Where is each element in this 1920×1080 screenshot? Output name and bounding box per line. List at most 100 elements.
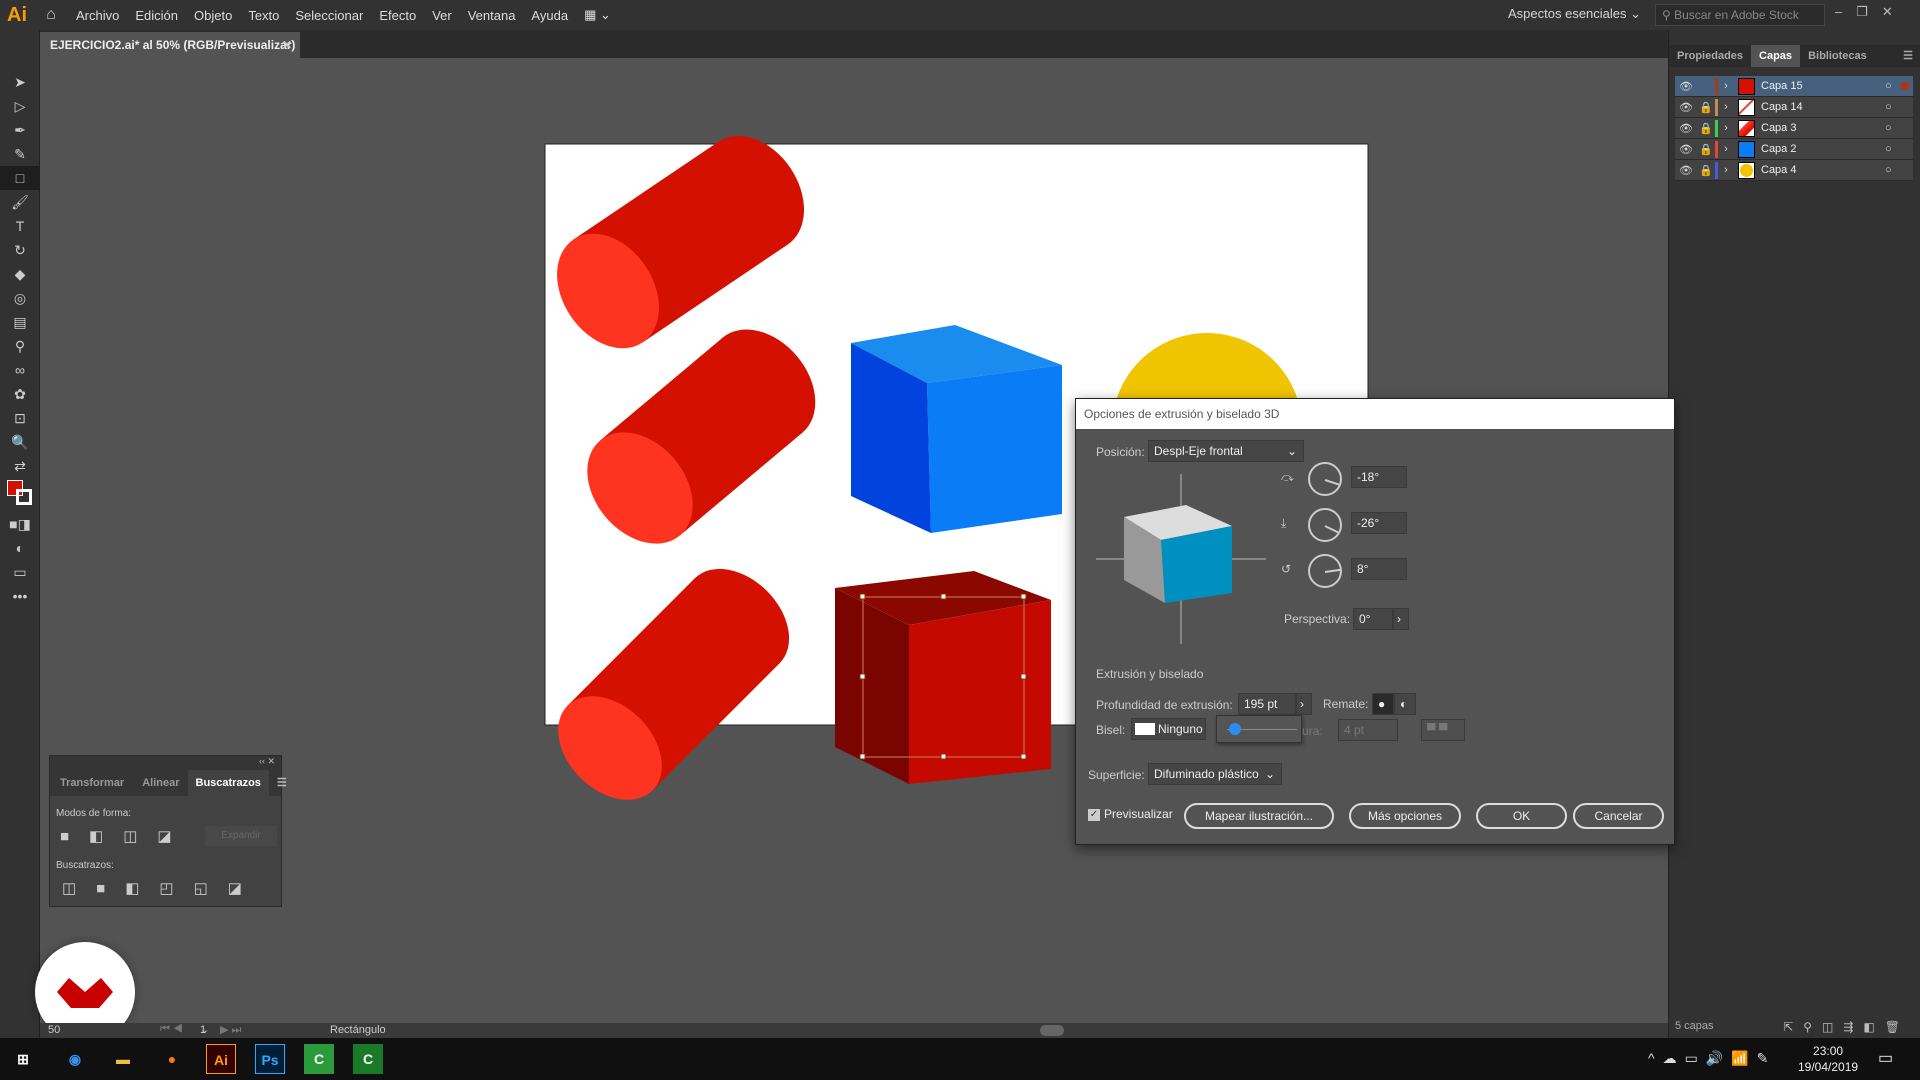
- workspace-switcher[interactable]: Aspectos esenciales ⌄: [1508, 6, 1641, 22]
- layer-name[interactable]: Capa 14: [1761, 101, 1885, 113]
- layer-name[interactable]: Capa 15: [1761, 80, 1885, 92]
- depth-slider-thumb[interactable]: [1229, 723, 1241, 735]
- position-select[interactable]: Despl-Eje frontal ⌄: [1148, 440, 1304, 462]
- tab-bibliotecas[interactable]: Bibliotecas: [1800, 45, 1875, 67]
- symbol-tool-icon[interactable]: ✿: [0, 382, 40, 406]
- preview-checkbox[interactable]: ✓: [1088, 809, 1100, 821]
- cap-on-button[interactable]: ●: [1372, 693, 1394, 715]
- gradient-tool-icon[interactable]: ▤: [0, 310, 40, 334]
- camtasia-recorder-icon[interactable]: C: [353, 1044, 383, 1074]
- visibility-eye-icon[interactable]: 👁: [1675, 143, 1697, 156]
- tab-transformar[interactable]: Transformar: [50, 770, 134, 796]
- swap-colors-icon[interactable]: ⇄: [0, 454, 40, 478]
- z-rotation-dial[interactable]: [1308, 554, 1342, 588]
- blue-cube[interactable]: [851, 325, 1062, 533]
- menu-texto[interactable]: Texto: [240, 8, 287, 23]
- lock-icon[interactable]: 🔒: [1697, 164, 1715, 177]
- document-tab[interactable]: EJERCICIO2.ai* al 50% (RGB/Previsualizar…: [40, 32, 300, 58]
- target-circle-icon[interactable]: ○: [1885, 143, 1901, 155]
- curvature-tool-icon[interactable]: ✎: [0, 142, 40, 166]
- clock[interactable]: 23:00 19/04/2019: [1798, 1043, 1858, 1075]
- perspective-slider-toggle[interactable]: ›: [1393, 608, 1409, 630]
- stock-search-input[interactable]: ⚲ Buscar en Adobe Stock: [1655, 4, 1825, 26]
- layer-actions[interactable]: ⇱⚲◫⇶◧🗑: [1783, 1020, 1910, 1034]
- blend-tool-icon[interactable]: ∞: [0, 358, 40, 382]
- draw-mode-icon[interactable]: ◐: [0, 536, 40, 560]
- artboard-nav-next[interactable]: ▶ ⏭: [220, 1023, 241, 1037]
- menu-edicion[interactable]: Edición: [127, 8, 186, 23]
- zoom-tool-icon[interactable]: 🔍: [0, 430, 40, 454]
- target-circle-icon[interactable]: ○: [1885, 164, 1901, 176]
- screen-mode-icon[interactable]: ▭: [0, 560, 40, 584]
- layer-row[interactable]: 👁 🔒 › Capa 4 ○: [1675, 160, 1913, 181]
- bevel-select[interactable]: Ninguno: [1131, 718, 1206, 740]
- close-tab-icon[interactable]: ✕: [282, 38, 292, 52]
- shape-mode-buttons[interactable]: ■◧◫◪: [60, 827, 192, 845]
- x-rotation-dial[interactable]: [1308, 462, 1342, 496]
- layer-name[interactable]: Capa 4: [1761, 164, 1885, 176]
- tab-buscatrazos[interactable]: Buscatrazos: [187, 770, 269, 796]
- cancel-button[interactable]: Cancelar: [1573, 803, 1664, 829]
- zoom-level[interactable]: 50: [48, 1024, 60, 1036]
- lock-icon[interactable]: 🔒: [1697, 101, 1715, 114]
- paintbrush-tool-icon[interactable]: 🖌: [0, 190, 40, 214]
- camtasia-icon[interactable]: C: [304, 1044, 334, 1074]
- visibility-eye-icon[interactable]: 👁: [1675, 122, 1697, 135]
- direct-selection-tool-icon[interactable]: ▷: [0, 94, 40, 118]
- expand-chevron-icon[interactable]: ›: [1718, 122, 1734, 134]
- y-rotation-input[interactable]: -26°: [1351, 512, 1407, 534]
- visibility-eye-icon[interactable]: 👁: [1675, 80, 1697, 93]
- shape-builder-tool-icon[interactable]: ◎: [0, 286, 40, 310]
- depth-input[interactable]: 195 pt: [1238, 693, 1296, 715]
- horizontal-scrollbar[interactable]: [1040, 1025, 1064, 1036]
- menu-archivo[interactable]: Archivo: [68, 8, 127, 23]
- menu-efecto[interactable]: Efecto: [371, 8, 424, 23]
- rectangle-tool-icon[interactable]: □: [0, 166, 40, 190]
- visibility-eye-icon[interactable]: 👁: [1675, 101, 1697, 114]
- windows-start-icon[interactable]: ⊞: [8, 1044, 38, 1074]
- artboard-dropdown-icon[interactable]: ⌄: [200, 1023, 209, 1036]
- artboard-tool-icon[interactable]: ⊡: [0, 406, 40, 430]
- home-icon[interactable]: ⌂: [34, 6, 68, 24]
- layer-row[interactable]: 👁 🔒 › Capa 2 ○: [1675, 139, 1913, 160]
- arrange-documents-icon[interactable]: ▦ ⌄: [576, 7, 619, 23]
- type-tool-icon[interactable]: T: [0, 214, 40, 238]
- ok-button[interactable]: OK: [1476, 803, 1567, 829]
- expand-chevron-icon[interactable]: ›: [1718, 164, 1734, 176]
- target-circle-icon[interactable]: ○: [1885, 101, 1901, 113]
- layer-name[interactable]: Capa 3: [1761, 122, 1885, 134]
- window-controls[interactable]: –❐✕: [1835, 4, 1907, 20]
- perspective-input[interactable]: 0°: [1353, 608, 1393, 630]
- lock-icon[interactable]: 🔒: [1697, 122, 1715, 135]
- menu-objeto[interactable]: Objeto: [186, 8, 240, 23]
- bevel-direction-buttons[interactable]: ▀ ▀: [1421, 719, 1465, 741]
- rotate-tool-icon[interactable]: ↻: [0, 238, 40, 262]
- visibility-eye-icon[interactable]: 👁: [1675, 164, 1697, 177]
- file-explorer-icon[interactable]: ▬: [108, 1044, 138, 1074]
- outlook-icon[interactable]: ◉: [60, 1044, 90, 1074]
- eraser-tool-icon[interactable]: ◆: [0, 262, 40, 286]
- red-cube[interactable]: [835, 571, 1051, 784]
- target-circle-icon[interactable]: ○: [1885, 122, 1901, 134]
- panel-menu-icon[interactable]: ☰: [1895, 45, 1920, 67]
- expand-chevron-icon[interactable]: ›: [1718, 101, 1734, 113]
- target-circle-icon[interactable]: ○: [1885, 80, 1901, 92]
- surface-select[interactable]: Difuminado plástico ⌄: [1148, 763, 1282, 785]
- eyedropper-tool-icon[interactable]: ⚲: [0, 334, 40, 358]
- menu-seleccionar[interactable]: Seleccionar: [287, 8, 371, 23]
- more-options-button[interactable]: Más opciones: [1349, 803, 1461, 829]
- expand-chevron-icon[interactable]: ›: [1718, 143, 1734, 155]
- selection-tool-icon[interactable]: ➤: [0, 70, 40, 94]
- lock-icon[interactable]: 🔒: [1697, 143, 1715, 156]
- layer-row[interactable]: 👁 › Capa 15 ○: [1675, 76, 1913, 97]
- layer-row[interactable]: 👁 🔒 › Capa 14 ○: [1675, 97, 1913, 118]
- y-rotation-dial[interactable]: [1308, 508, 1342, 542]
- layer-name[interactable]: Capa 2: [1761, 143, 1885, 155]
- menu-ventana[interactable]: Ventana: [460, 8, 524, 23]
- tab-alinear[interactable]: Alinear: [134, 770, 187, 796]
- expand-chevron-icon[interactable]: ›: [1718, 80, 1734, 92]
- color-mode-icon[interactable]: ■◨: [0, 512, 40, 536]
- menu-ayuda[interactable]: Ayuda: [523, 8, 576, 23]
- firefox-icon[interactable]: ●: [157, 1044, 187, 1074]
- panel-menu-icon[interactable]: ☰: [269, 770, 295, 796]
